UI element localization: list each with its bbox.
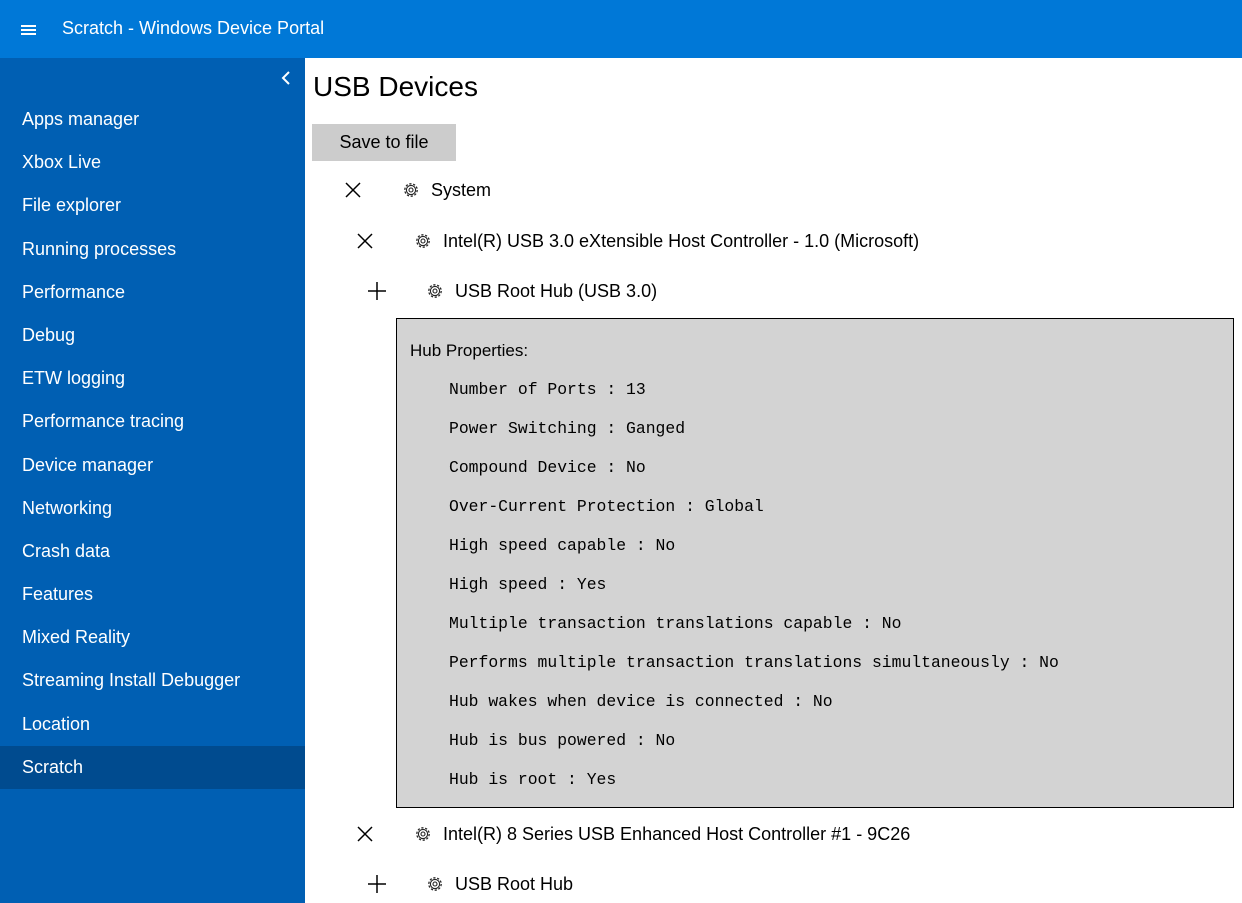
chevron-left-icon[interactable] [279,68,293,88]
sidebar: Apps manager Xbox Live File explorer Run… [0,58,305,903]
property-line: Performs multiple transaction translatio… [449,653,1059,672]
sidebar-nav: Apps manager Xbox Live File explorer Run… [0,98,305,789]
property-line: Power Switching : Ganged [449,419,686,438]
tree-row-usb3-root-hub: USB Root Hub (USB 3.0) [367,276,657,306]
property-line: Number of Ports : 13 [449,380,646,399]
property-line: High speed capable : No [449,536,676,555]
gear-icon [428,877,442,891]
close-x-icon[interactable] [355,231,375,251]
sidebar-item-apps-manager[interactable]: Apps manager [0,98,305,141]
sidebar-item-device-manager[interactable]: Device manager [0,444,305,487]
main-content: USB Devices Save to file System Intel(R)… [305,58,1242,903]
tree-row-enhanced-host-controller: Intel(R) 8 Series USB Enhanced Host Cont… [355,819,910,849]
gear-icon [404,183,418,197]
sidebar-item-performance[interactable]: Performance [0,271,305,314]
property-line: High speed : Yes [449,575,607,594]
tree-label[interactable]: USB Root Hub (USB 3.0) [455,281,657,302]
title-bar: Scratch - Windows Device Portal [0,0,1242,58]
gear-icon [416,827,430,841]
gear-icon [428,284,442,298]
sidebar-item-xbox-live[interactable]: Xbox Live [0,141,305,184]
plus-icon[interactable] [367,281,387,301]
hamburger-icon[interactable] [21,25,36,35]
tree-label[interactable]: Intel(R) USB 3.0 eXtensible Host Control… [443,231,919,252]
sidebar-item-etw-logging[interactable]: ETW logging [0,357,305,400]
plus-icon[interactable] [367,874,387,894]
gear-icon [416,234,430,248]
sidebar-item-scratch[interactable]: Scratch [0,745,305,789]
sidebar-item-performance-tracing[interactable]: Performance tracing [0,400,305,443]
hub-properties-title: Hub Properties: [410,341,529,360]
app-title: Scratch - Windows Device Portal [62,18,325,38]
property-line: Over-Current Protection : Global [449,497,764,516]
sidebar-item-location[interactable]: Location [0,703,305,746]
sidebar-item-mixed-reality[interactable]: Mixed Reality [0,616,305,659]
property-line: Hub is root : Yes [449,770,617,789]
tree-row-usb-root-hub: USB Root Hub [367,869,573,899]
property-line: Multiple transaction translations capabl… [449,614,902,633]
sidebar-item-running-processes[interactable]: Running processes [0,228,305,271]
page-title: USB Devices [313,71,478,102]
save-to-file-button[interactable]: Save to file [312,124,456,161]
tree-row-usb3-host-controller: Intel(R) USB 3.0 eXtensible Host Control… [355,226,919,256]
close-x-icon[interactable] [343,180,363,200]
tree-row-system: System [343,175,491,205]
tree-label[interactable]: System [431,180,491,201]
hub-properties-panel: Hub Properties: Number of Ports : 13 Pow… [396,318,1234,808]
sidebar-item-debug[interactable]: Debug [0,314,305,357]
sidebar-item-networking[interactable]: Networking [0,487,305,530]
tree-label[interactable]: USB Root Hub [455,874,573,895]
sidebar-item-crash-data[interactable]: Crash data [0,530,305,573]
property-line: Compound Device : No [449,458,646,477]
property-line: Hub is bus powered : No [449,731,676,750]
property-line: Hub wakes when device is connected : No [449,692,833,711]
sidebar-item-streaming-install-debugger[interactable]: Streaming Install Debugger [0,659,305,702]
hub-properties-list: Number of Ports : 13 Power Switching : G… [449,379,1059,808]
tree-label[interactable]: Intel(R) 8 Series USB Enhanced Host Cont… [443,824,910,845]
sidebar-item-file-explorer[interactable]: File explorer [0,184,305,227]
sidebar-item-features[interactable]: Features [0,573,305,616]
close-x-icon[interactable] [355,824,375,844]
